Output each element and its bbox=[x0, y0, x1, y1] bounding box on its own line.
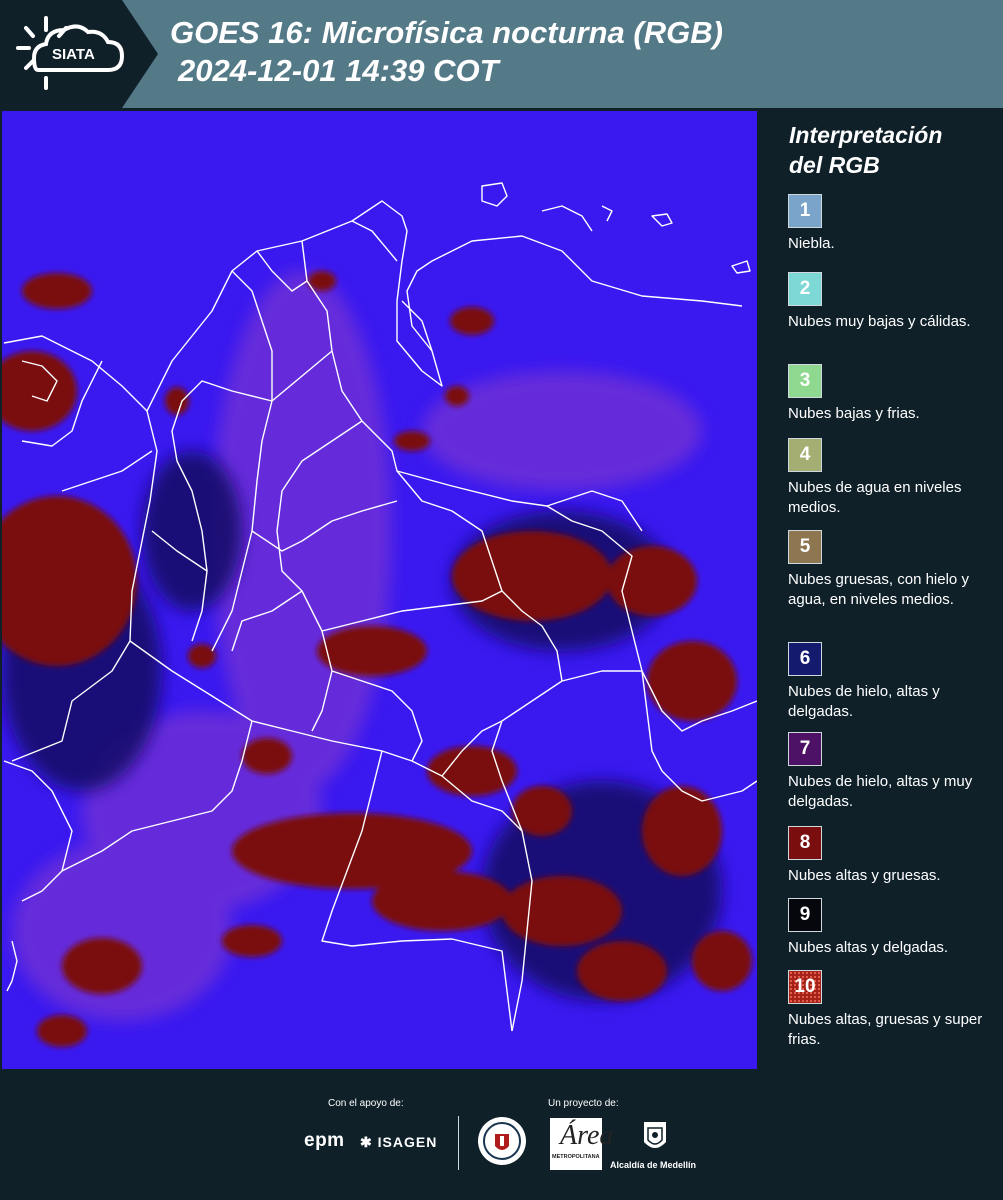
legend-item-5: 5 Nubes gruesas, con hielo y agua, en ni… bbox=[788, 530, 998, 610]
legend-text: Nubes bajas y frias. bbox=[788, 405, 920, 422]
legend-text: Nubes gruesas, con hielo y agua, en nive… bbox=[788, 571, 969, 608]
legend-text: Niebla. bbox=[788, 235, 835, 252]
legend-item-4: 4 Nubes de agua en niveles medios. bbox=[788, 438, 998, 518]
page-title: GOES 16: Microfísica nocturna (RGB) 2024… bbox=[170, 14, 723, 90]
legend-swatch: 9 bbox=[788, 898, 822, 932]
area-logo-mark: Área bbox=[560, 1120, 614, 1151]
medellin-shield-icon bbox=[644, 1122, 666, 1148]
university-seal-icon[interactable] bbox=[477, 1116, 527, 1166]
legend-title: Interpretación del RGB bbox=[789, 120, 942, 180]
legend-item-9: 9 Nubes altas y delgadas. bbox=[788, 898, 998, 958]
legend-text: Nubes altas y delgadas. bbox=[788, 939, 949, 956]
legend-panel: Interpretación del RGB 1 Niebla. 2 Nubes… bbox=[760, 108, 1003, 1070]
satellite-map[interactable] bbox=[2, 111, 757, 1069]
footer-divider bbox=[458, 1116, 459, 1170]
project-label: Un proyecto de: bbox=[548, 1098, 619, 1109]
legend-item-8: 8 Nubes altas y gruesas. bbox=[788, 826, 998, 886]
legend-swatch: 2 bbox=[788, 272, 822, 306]
area-logo-text: METROPOLITANA bbox=[552, 1154, 600, 1160]
title-line1: GOES 16: Microfísica nocturna (RGB) bbox=[170, 15, 723, 50]
legend-title-line2: del RGB bbox=[789, 152, 880, 178]
legend-item-7: 7 Nubes de hielo, altas y muy delgadas. bbox=[788, 732, 998, 812]
legend-item-10: 10 Nubes altas, gruesas y super frias. bbox=[788, 970, 998, 1050]
legend-text: Nubes altas y gruesas. bbox=[788, 867, 941, 884]
legend-item-2: 2 Nubes muy bajas y cálidas. bbox=[788, 272, 998, 332]
legend-text: Nubes de hielo, altas y delgadas. bbox=[788, 683, 940, 720]
legend-item-3: 3 Nubes bajas y frias. bbox=[788, 364, 998, 424]
siata-logo[interactable]: SIATA bbox=[0, 0, 158, 108]
isagen-logo[interactable]: ✱ ISAGEN bbox=[360, 1134, 437, 1151]
isagen-mark-icon: ✱ bbox=[360, 1134, 373, 1150]
header: SIATA GOES 16: Microfísica nocturna (RGB… bbox=[0, 0, 1003, 108]
alcaldia-medellin-logo[interactable]: Alcaldía de Medellín bbox=[610, 1160, 696, 1170]
legend-text: Nubes altas, gruesas y super frias. bbox=[788, 1011, 983, 1048]
title-timestamp: 2024-12-01 14:39 COT bbox=[178, 53, 499, 88]
logo-text: SIATA bbox=[52, 46, 95, 63]
legend-swatch: 5 bbox=[788, 530, 822, 564]
legend-swatch: 8 bbox=[788, 826, 822, 860]
legend-swatch: 1 bbox=[788, 194, 822, 228]
footer: Con el apoyo de: Un proyecto de: epm ✱ I… bbox=[0, 1070, 1003, 1200]
legend-text: Nubes muy bajas y cálidas. bbox=[788, 313, 971, 330]
epm-logo[interactable]: epm bbox=[304, 1130, 345, 1152]
legend-swatch: 4 bbox=[788, 438, 822, 472]
area-metropolitana-logo[interactable]: Área METROPOLITANA bbox=[550, 1118, 613, 1170]
legend-text: Nubes de agua en niveles medios. bbox=[788, 479, 962, 516]
isagen-text: ISAGEN bbox=[377, 1134, 438, 1150]
legend-swatch: 7 bbox=[788, 732, 822, 766]
legend-text: Nubes de hielo, altas y muy delgadas. bbox=[788, 773, 973, 810]
legend-item-1: 1 Niebla. bbox=[788, 194, 998, 254]
support-label: Con el apoyo de: bbox=[328, 1098, 404, 1109]
legend-swatch: 10 bbox=[788, 970, 822, 1004]
legend-swatch: 6 bbox=[788, 642, 822, 676]
rgb-composite-image bbox=[2, 111, 757, 1069]
legend-title-line1: Interpretación bbox=[789, 122, 943, 148]
legend-swatch: 3 bbox=[788, 364, 822, 398]
legend-item-6: 6 Nubes de hielo, altas y delgadas. bbox=[788, 642, 998, 722]
